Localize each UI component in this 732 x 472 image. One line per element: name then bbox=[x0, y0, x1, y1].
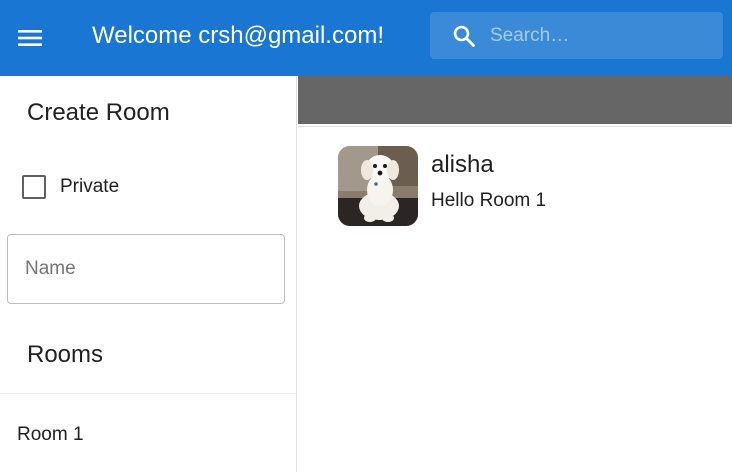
sidebar: Create Room Private Rooms Room 1 bbox=[0, 76, 297, 472]
room-list-item[interactable]: Room 1 bbox=[0, 412, 296, 458]
message-text: Hello Room 1 bbox=[431, 190, 547, 211]
menu-button[interactable] bbox=[18, 20, 66, 56]
room-name-input[interactable] bbox=[25, 235, 275, 303]
welcome-title: Welcome crsh@gmail.com! bbox=[92, 22, 384, 49]
menu-icon bbox=[18, 30, 42, 46]
dog-avatar bbox=[338, 146, 418, 226]
search-icon bbox=[453, 25, 475, 47]
private-checkbox-row[interactable]: Private bbox=[22, 174, 119, 200]
search-box[interactable] bbox=[430, 12, 723, 59]
message-item: alisha Hello Room 1 bbox=[338, 146, 732, 226]
search-input[interactable] bbox=[490, 12, 715, 59]
private-label: Private bbox=[60, 176, 120, 197]
private-checkbox[interactable] bbox=[22, 175, 46, 199]
content-divider bbox=[298, 126, 732, 127]
rooms-divider bbox=[0, 393, 296, 394]
chat-area: alisha Hello Room 1 bbox=[298, 76, 732, 472]
app-bar: Welcome crsh@gmail.com! bbox=[0, 0, 732, 76]
message-author: alisha bbox=[431, 151, 494, 178]
room-label: Room 1 bbox=[17, 424, 84, 445]
room-header-bar bbox=[298, 76, 732, 124]
create-room-title: Create Room bbox=[27, 99, 170, 126]
room-name-field[interactable] bbox=[7, 234, 285, 304]
rooms-title: Rooms bbox=[27, 341, 104, 368]
